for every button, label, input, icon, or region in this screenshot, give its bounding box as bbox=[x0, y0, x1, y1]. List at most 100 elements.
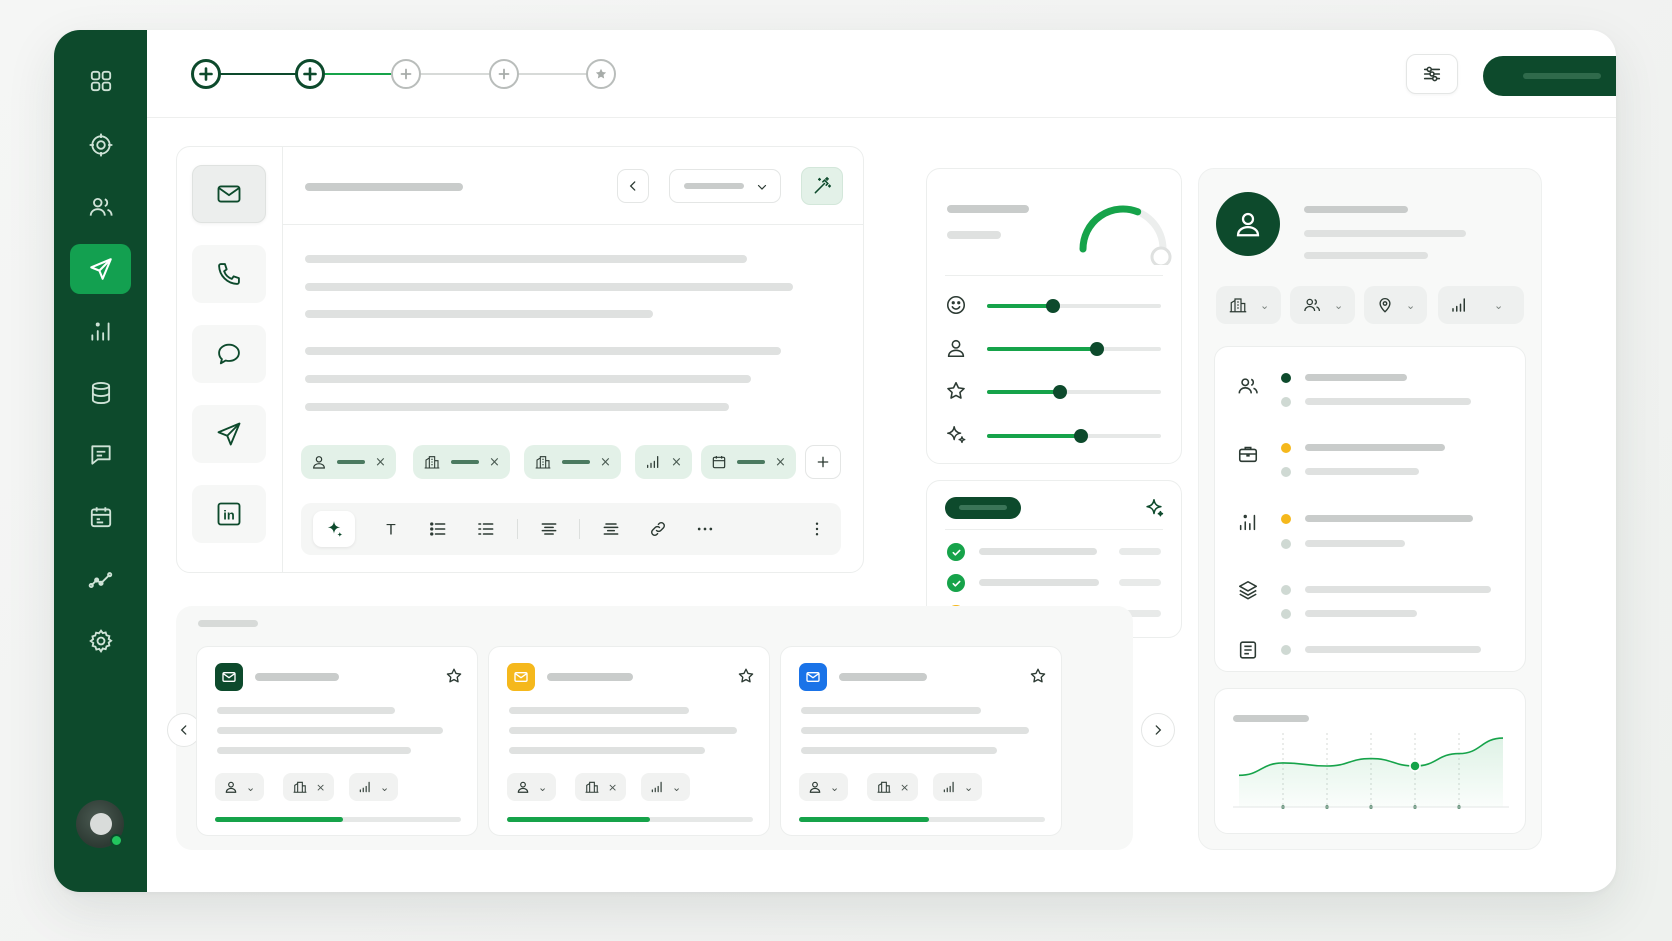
briefcase-icon bbox=[1238, 446, 1258, 463]
channel-direct-send[interactable] bbox=[192, 405, 266, 463]
slider-handle[interactable] bbox=[1073, 429, 1088, 443]
tag-chip-contact[interactable]: × bbox=[301, 445, 396, 479]
template-dropdown[interactable] bbox=[669, 169, 781, 203]
tag-chip-date[interactable]: × bbox=[701, 445, 796, 479]
settings-icon bbox=[88, 629, 113, 653]
sidebar-item-campaigns[interactable] bbox=[70, 244, 131, 294]
profile-filter-team[interactable]: ⌄ bbox=[1290, 286, 1356, 324]
ai-assist-button[interactable] bbox=[313, 511, 355, 547]
checklist-item-meta bbox=[1119, 548, 1161, 555]
channel-phone[interactable] bbox=[192, 245, 266, 303]
step-1[interactable] bbox=[191, 59, 221, 89]
slider-track[interactable] bbox=[987, 385, 1161, 399]
carousel-next-button[interactable] bbox=[1141, 713, 1175, 747]
ai-magic-button[interactable] bbox=[801, 167, 843, 205]
template-card[interactable]: ⌄ × ⌄ bbox=[196, 646, 478, 836]
slider-handle[interactable] bbox=[1046, 299, 1061, 313]
align-center-button[interactable] bbox=[536, 516, 562, 542]
sidebar-item-dashboard[interactable] bbox=[70, 56, 131, 106]
slider-track[interactable] bbox=[987, 342, 1161, 356]
chevron-left-icon bbox=[629, 181, 636, 191]
step-4[interactable] bbox=[489, 59, 519, 89]
channel-linkedin[interactable]: in bbox=[192, 485, 266, 543]
sidebar-item-trends[interactable] bbox=[70, 554, 131, 604]
chip-remove-button[interactable]: × bbox=[316, 781, 325, 794]
template-preview-line bbox=[217, 707, 395, 714]
template-title-placeholder bbox=[547, 673, 633, 681]
checklist-item-meta bbox=[1119, 579, 1161, 586]
tag-chip-company[interactable]: × bbox=[524, 445, 621, 479]
primary-action-button[interactable] bbox=[1483, 56, 1616, 96]
chart-highlight-point[interactable] bbox=[1409, 760, 1421, 772]
more-formatting-button[interactable] bbox=[692, 516, 718, 542]
chip-remove-button[interactable]: × bbox=[900, 781, 909, 794]
tag-remove-button[interactable]: × bbox=[600, 455, 611, 470]
previous-button[interactable] bbox=[617, 169, 649, 203]
text-icon: T bbox=[386, 522, 396, 538]
sidebar-item-contacts[interactable] bbox=[70, 182, 131, 232]
channel-email[interactable] bbox=[192, 165, 266, 223]
template-chip-company[interactable]: × bbox=[575, 773, 627, 801]
template-chip-company[interactable]: × bbox=[867, 773, 919, 801]
step-connector bbox=[417, 73, 491, 75]
chip-remove-button[interactable]: × bbox=[608, 781, 617, 794]
avatar-image bbox=[90, 813, 112, 835]
sidebar-item-messages[interactable] bbox=[70, 430, 131, 480]
insert-link-button[interactable] bbox=[645, 516, 671, 542]
magic-wand-icon bbox=[814, 176, 832, 194]
slider-persona[interactable] bbox=[945, 337, 1165, 361]
user-icon bbox=[809, 781, 821, 793]
signal-icon bbox=[359, 781, 370, 793]
profile-filter-location[interactable]: ⌄ bbox=[1364, 286, 1428, 324]
slider-handle[interactable] bbox=[1053, 385, 1068, 399]
star-icon[interactable] bbox=[445, 667, 463, 685]
user-avatar[interactable] bbox=[76, 800, 124, 848]
star-icon[interactable] bbox=[1029, 667, 1047, 685]
sidebar-item-calendar[interactable] bbox=[70, 492, 131, 542]
template-card[interactable]: ⌄ × ⌄ bbox=[488, 646, 770, 836]
tag-remove-button[interactable]: × bbox=[671, 455, 682, 470]
profile-filter-signal[interactable]: ⌄ bbox=[1438, 286, 1524, 324]
slider-sentiment[interactable] bbox=[945, 294, 1165, 318]
filter-settings-button[interactable] bbox=[1406, 54, 1458, 94]
slider-track[interactable] bbox=[987, 429, 1161, 443]
step-2[interactable] bbox=[295, 59, 325, 89]
sidebar-item-analytics[interactable] bbox=[70, 306, 131, 356]
template-chip-company[interactable]: × bbox=[283, 773, 335, 801]
template-chip-signal[interactable]: ⌄ bbox=[933, 773, 983, 801]
step-3[interactable] bbox=[391, 59, 421, 89]
template-chip-contact[interactable]: ⌄ bbox=[215, 773, 265, 801]
step-5[interactable] bbox=[586, 59, 616, 89]
numbered-list-button[interactable] bbox=[473, 516, 499, 542]
template-card[interactable]: ⌄ × ⌄ bbox=[780, 646, 1062, 836]
profile-filter-company[interactable]: ⌄ bbox=[1216, 286, 1282, 324]
tag-remove-button[interactable]: × bbox=[489, 455, 500, 470]
star-icon[interactable] bbox=[737, 667, 755, 685]
template-chip-signal[interactable]: ⌄ bbox=[349, 773, 399, 801]
slider-handle[interactable] bbox=[1089, 342, 1104, 356]
toolbar-menu-button[interactable] bbox=[804, 516, 830, 542]
add-tag-button[interactable] bbox=[805, 445, 841, 479]
slider-track[interactable] bbox=[987, 299, 1161, 313]
tag-chip-signal[interactable]: × bbox=[635, 445, 692, 479]
bulleted-list-button[interactable] bbox=[425, 516, 451, 542]
gauge-handle[interactable] bbox=[1150, 246, 1172, 265]
sidebar-item-database[interactable] bbox=[70, 368, 131, 418]
sidebar-item-targets[interactable] bbox=[70, 120, 131, 170]
template-chip-contact[interactable]: ⌄ bbox=[799, 773, 849, 801]
tag-chip-company[interactable]: × bbox=[413, 445, 510, 479]
template-chip-contact[interactable]: ⌄ bbox=[507, 773, 557, 801]
signal-icon bbox=[647, 456, 659, 468]
template-chip-signal[interactable]: ⌄ bbox=[641, 773, 691, 801]
detail-primary-text bbox=[1305, 374, 1407, 381]
sidebar-item-settings[interactable] bbox=[70, 616, 131, 666]
mail-icon bbox=[222, 672, 236, 682]
tag-remove-button[interactable]: × bbox=[375, 455, 386, 470]
format-text-button[interactable]: T bbox=[378, 516, 404, 542]
profile-avatar[interactable] bbox=[1216, 192, 1280, 256]
slider-ai-score[interactable] bbox=[945, 424, 1165, 448]
tag-remove-button[interactable]: × bbox=[775, 455, 786, 470]
align-justify-button[interactable] bbox=[598, 516, 624, 542]
channel-chat[interactable] bbox=[192, 325, 266, 383]
slider-priority[interactable] bbox=[945, 380, 1165, 404]
